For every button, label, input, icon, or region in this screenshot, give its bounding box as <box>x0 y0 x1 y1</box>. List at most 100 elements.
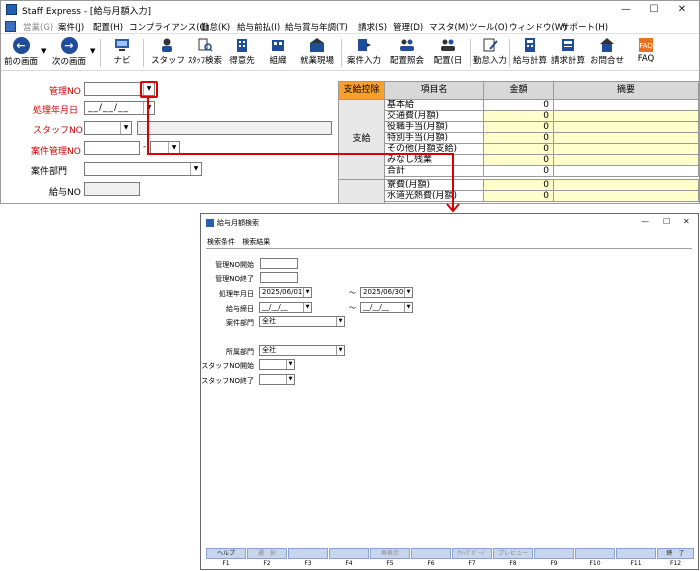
f6-button[interactable] <box>411 548 451 559</box>
kyuyo-no-display <box>84 182 140 196</box>
f7-key-label: F7 <box>468 560 476 567</box>
clipboard-pen-icon <box>483 38 498 52</box>
haichi-day-button[interactable]: 配置(日 <box>429 35 467 69</box>
seikyu-calc-button[interactable]: 請求計算 <box>550 35 586 69</box>
menu-seikyu[interactable]: 請求(S) <box>358 21 387 33</box>
f2-select-button[interactable]: 選 択 <box>247 548 287 559</box>
menu-kintai[interactable]: 勤怠(K) <box>201 21 230 33</box>
anken-bumon-select[interactable]: ▼ <box>84 162 202 176</box>
anken-bumon-select[interactable]: 全社 ▼ <box>259 316 345 327</box>
shikyu-kojo-tab[interactable]: 支給控除 <box>338 81 385 100</box>
maximize-button[interactable]: ☐ <box>639 1 669 18</box>
toolbar-separator <box>509 39 510 67</box>
anken-kanri-no-input[interactable] <box>84 141 140 155</box>
f5-refresh-button[interactable]: 再表示 <box>370 548 410 559</box>
chevron-down-icon[interactable]: ▼ <box>404 303 412 312</box>
faq-button[interactable]: FAQ FAQ <box>631 35 661 69</box>
anken-input-button[interactable]: 案件入力 <box>345 35 383 69</box>
system-menu-icon[interactable] <box>5 21 16 32</box>
f9-button[interactable] <box>534 548 574 559</box>
f6-key-label: F6 <box>427 560 435 567</box>
customer-button[interactable]: 得意先 <box>227 35 257 69</box>
back-button[interactable]: ← 前の画面 <box>3 35 39 69</box>
anken-input-label: 案件入力 <box>346 56 381 66</box>
organization-button[interactable]: 組織 <box>263 35 293 69</box>
dialog-close-button[interactable]: ✕ <box>683 217 690 226</box>
chevron-down-icon[interactable]: ▼ <box>286 375 294 384</box>
menu-tool[interactable]: ツール(O) <box>469 21 508 33</box>
menu-support[interactable]: サポート(H) <box>561 21 608 33</box>
staff-button[interactable]: スタッフ <box>151 35 185 69</box>
dialog-minimize-button[interactable]: — <box>641 217 649 226</box>
row-amount-6: 0 <box>483 165 554 177</box>
range-tilde: 〜 <box>349 289 356 297</box>
chevron-down-icon[interactable]: ▼ <box>303 303 311 312</box>
f12-exit-button[interactable]: 終 了 <box>657 548 694 559</box>
back-dropdown-icon[interactable]: ▼ <box>41 47 46 55</box>
row-amount-8[interactable]: 0 <box>483 190 554 202</box>
dialog-maximize-button[interactable]: ☐ <box>663 217 670 226</box>
close-button[interactable]: ✕ <box>667 1 697 18</box>
staff-end-select[interactable]: ▼ <box>259 374 295 385</box>
chevron-down-icon[interactable]: ▼ <box>190 163 201 175</box>
kintai-input-button[interactable]: 勤怠入力 <box>473 35 507 69</box>
f3-button[interactable] <box>288 548 328 559</box>
shori-date-input[interactable]: __/__/__ ▼ <box>84 101 155 115</box>
dash-separator: - <box>143 142 147 152</box>
menu-compliance[interactable]: コンプライアンス(C) <box>129 21 209 33</box>
f11-button[interactable] <box>616 548 656 559</box>
f10-button[interactable] <box>575 548 615 559</box>
minimize-button[interactable]: — <box>611 1 641 18</box>
chevron-down-icon[interactable]: ▼ <box>168 142 179 154</box>
kanri-start-input[interactable] <box>260 258 298 269</box>
anken-branch-select[interactable]: ▼ <box>150 141 180 155</box>
f8-preview-button[interactable]: プレビュー <box>493 548 533 559</box>
worksite-button[interactable]: 就業現場 <box>297 35 337 69</box>
title-bar: Staff Express - [給与月額入力] — ☐ ✕ <box>1 1 699 18</box>
chevron-down-icon[interactable]: ▼ <box>143 102 154 114</box>
kanri-end-input[interactable] <box>260 272 298 283</box>
back-label: 前の画面 <box>3 57 38 67</box>
chevron-down-icon[interactable]: ▼ <box>303 288 311 297</box>
kyuyo-from-select[interactable]: __/__/__ ▼ <box>259 302 312 313</box>
staff-search-button[interactable]: ｽﾀｯﾌ検索 <box>185 35 225 69</box>
kyuyo-calc-button[interactable]: 給与計算 <box>512 35 548 69</box>
anken-bumon-label: 案件部門 <box>31 167 68 177</box>
people-icon <box>400 39 414 51</box>
haichi-inquiry-label: 配置照会 <box>389 56 424 66</box>
anken-bumon-label: 案件部門 <box>226 319 254 327</box>
menu-window[interactable]: ウィンドウ(W) <box>509 21 567 33</box>
shori-to-select[interactable]: 2025/06/30 ▼ <box>360 287 413 298</box>
menu-kyuyo-shoyo[interactable]: 給与賞与年調(T) <box>285 21 348 33</box>
chevron-down-icon[interactable]: ▼ <box>120 122 131 134</box>
haichi-inquiry-button[interactable]: 配置照会 <box>387 35 427 69</box>
shori-from-select[interactable]: 2025/06/01 ▼ <box>259 287 312 298</box>
shozoku-bumon-value: 全社 <box>262 346 276 354</box>
menu-eigyo[interactable]: 営業(G) <box>23 21 53 33</box>
tab-search-results[interactable]: 検索結果 <box>242 238 270 246</box>
inquiry-button[interactable]: お問合せ <box>589 35 625 69</box>
row-note-8[interactable] <box>553 190 699 202</box>
navi-button[interactable]: ナビ <box>107 35 137 69</box>
menu-anken[interactable]: 案件(J) <box>58 21 84 33</box>
chevron-down-icon[interactable]: ▼ <box>336 346 344 355</box>
tab-search-conditions[interactable]: 検索条件 <box>207 238 235 246</box>
chevron-down-icon[interactable]: ▼ <box>286 360 294 369</box>
menu-kanri[interactable]: 管理(D) <box>393 21 423 33</box>
menu-master[interactable]: マスタ(M) <box>429 21 468 33</box>
staff-start-select[interactable]: ▼ <box>259 359 295 370</box>
staff-no-input[interactable]: ▼ <box>84 121 132 135</box>
note-header: 摘要 <box>553 81 699 100</box>
shozoku-bumon-select[interactable]: 全社 ▼ <box>259 345 345 356</box>
f7-clipboard-button[interactable]: ｸﾘｯﾌﾟﾎﾞｰﾄﾞ <box>452 548 492 559</box>
kyuyo-to-select[interactable]: __/__/__ ▼ <box>360 302 413 313</box>
chevron-down-icon[interactable]: ▼ <box>336 317 344 326</box>
f1-help-button[interactable]: ヘルプ <box>206 548 246 559</box>
menu-kyuyo-maebarai[interactable]: 給与前払(I) <box>237 21 280 33</box>
chevron-down-icon[interactable]: ▼ <box>404 288 412 297</box>
f4-button[interactable] <box>329 548 369 559</box>
pay-items-table: 支給控除 項目名 金額 摘要 支給 基本給 0 交通費(月額) 0 役職手当(月… <box>338 81 699 203</box>
forward-dropdown-icon[interactable]: ▼ <box>90 47 95 55</box>
menu-haichi[interactable]: 配置(H) <box>93 21 123 33</box>
forward-button[interactable]: → 次の画面 <box>51 35 87 69</box>
